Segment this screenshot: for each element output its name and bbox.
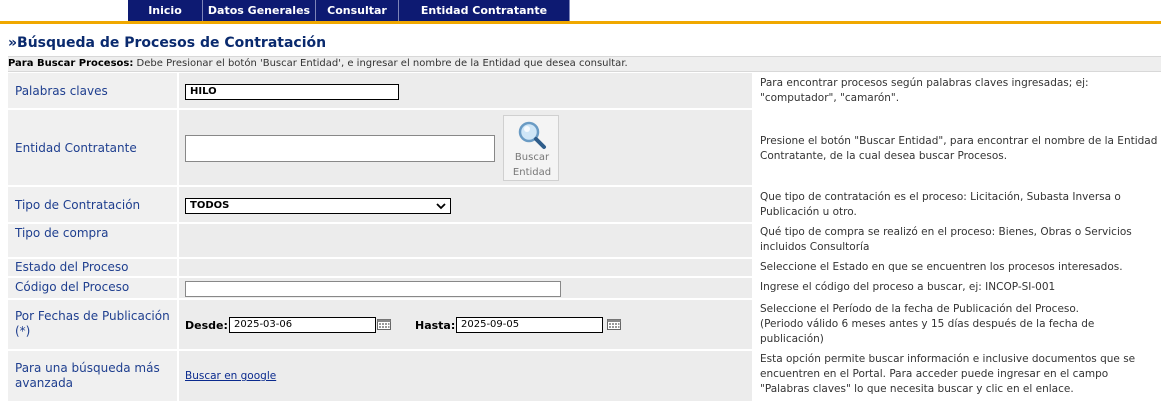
row-tipo-contratacion: Tipo de Contratación TODOS Que tipo de c… (8, 187, 1161, 222)
help-cell: Para encontrar procesos según palabras c… (754, 73, 1161, 108)
row-busqueda-avanzada: Para una búsqueda más avanzada Buscar en… (8, 351, 1161, 401)
help-cell: Qué tipo de compra se realizó en el proc… (754, 224, 1161, 257)
desde-date-input[interactable]: 2025-03-06 (229, 317, 376, 333)
avanzada-help-line-1: Esta opción permite buscar información e… (760, 353, 1136, 365)
hasta-date-input[interactable]: 2025-09-05 (456, 317, 603, 333)
label-cell: Entidad Contratante (8, 110, 177, 185)
menu-item-entidad-contratante[interactable]: Entidad Contratante (399, 0, 570, 21)
label-cell: Para una búsqueda más avanzada (8, 351, 177, 401)
menu-item-datos-generales[interactable]: Datos Generales (203, 0, 316, 21)
codigo-help-line-1: Ingrese el código del proceso a buscar, … (760, 281, 1056, 293)
tipo-contratacion-help-line-2: Publicación u otro. (760, 206, 857, 218)
label-cell: Estado del Proceso (8, 259, 177, 276)
avanzada-help-line-2: encuentren en el Portal. Para acceder pu… (760, 368, 1109, 380)
page-title: »Búsqueda de Procesos de Contratación (8, 35, 327, 51)
tipo-contratacion-selected: TODOS (190, 200, 230, 211)
entidad-help-line-1: Presione el botón "Buscar Entidad", para… (760, 135, 1158, 147)
help-cell: Ingrese el código del proceso a buscar, … (754, 278, 1161, 298)
avanzada-help-line-3: "Palabras claves" lo que necesita buscar… (760, 383, 1074, 395)
instructions-bar: Para Buscar Procesos: Debe Presionar el … (8, 56, 1161, 72)
top-nav-bar: Inicio Datos Generales Consultar Entidad… (0, 0, 1161, 24)
avanzada-label-line-1: Para una búsqueda más (15, 361, 160, 375)
fechas-label-line-2: (*) (15, 324, 31, 338)
field-cell: Buscar Entidad (179, 110, 752, 185)
menu-item-inicio[interactable]: Inicio (128, 0, 203, 21)
palabras-claves-input[interactable]: HILO (185, 84, 399, 100)
chevron-down-icon (436, 203, 446, 210)
fechas-help-line-3: publicación) (760, 333, 824, 345)
field-cell: Desde: 2025-03-06 Hasta: 2025-09-05 (179, 300, 752, 349)
field-cell (179, 224, 752, 257)
field-cell (179, 278, 752, 298)
label-cell: Por Fechas de Publicación (*) (8, 300, 177, 349)
fechas-label-line-1: Por Fechas de Publicación (15, 309, 170, 323)
menu-item-consultar[interactable]: Consultar (316, 0, 399, 21)
tipo-compra-help-line-2: incluidos Consultoría (760, 241, 870, 253)
help-cell: Presione el botón "Buscar Entidad", para… (754, 110, 1161, 185)
fechas-help-line-2: (Periodo válido 6 meses antes y 15 días … (760, 318, 1095, 330)
buscar-entidad-caption: Buscar Entidad (504, 150, 560, 180)
row-fechas-publicacion: Por Fechas de Publicación (*) Desde: 202… (8, 300, 1161, 349)
menu-underline (0, 21, 1161, 24)
buscar-en-google-link[interactable]: Buscar en google (185, 370, 276, 382)
tipo-compra-label: Tipo de compra (15, 226, 109, 240)
help-cell: Seleccione el Período de la fecha de Pub… (754, 300, 1161, 349)
palabras-help-line-1: Para encontrar procesos según palabras c… (760, 77, 1089, 89)
estado-proceso-label: Estado del Proceso (15, 260, 129, 274)
field-cell: TODOS (179, 187, 752, 222)
calendar-icon[interactable] (377, 319, 391, 330)
row-estado-proceso: Estado del Proceso Seleccione el Estado … (8, 259, 1161, 276)
entidad-help-line-2: Contratante, de la cual desea buscar Pro… (760, 150, 1008, 162)
entidad-contratante-textarea[interactable] (185, 135, 495, 162)
estado-help-line-1: Seleccione el Estado en que se encuentre… (760, 261, 1123, 273)
row-tipo-compra: Tipo de compra Qué tipo de compra se rea… (8, 224, 1161, 257)
label-cell: Palabras claves (8, 73, 177, 108)
desde-label: Desde: (185, 319, 228, 332)
fechas-help-line-1: Seleccione el Período de la fecha de Pub… (760, 303, 1079, 315)
palabras-help-line-2: "computador", "camarón". (760, 92, 900, 104)
entidad-contratante-label: Entidad Contratante (15, 141, 137, 155)
field-cell: Buscar en google (179, 351, 752, 401)
instructions-text: Debe Presionar el botón 'Buscar Entidad'… (133, 58, 628, 69)
hasta-label: Hasta: (415, 319, 456, 332)
tipo-contratacion-help-line-1: Que tipo de contratación es el proceso: … (760, 191, 1121, 203)
tipo-contratacion-select[interactable]: TODOS (185, 198, 451, 214)
help-cell: Esta opción permite buscar información e… (754, 351, 1161, 401)
field-cell: HILO (179, 73, 752, 108)
label-cell: Tipo de Contratación (8, 187, 177, 222)
buscar-entidad-caption-1: Buscar (514, 152, 550, 163)
buscar-entidad-button[interactable]: Buscar Entidad (503, 115, 559, 181)
main-menu: Inicio Datos Generales Consultar Entidad… (128, 0, 570, 21)
codigo-proceso-label: Código del Proceso (15, 280, 130, 294)
label-cell: Código del Proceso (8, 278, 177, 298)
row-palabras-claves: Palabras claves HILO Para encontrar proc… (8, 73, 1161, 108)
field-cell (179, 259, 752, 276)
help-cell: Que tipo de contratación es el proceso: … (754, 187, 1161, 222)
row-entidad-contratante: Entidad Contratante Buscar Entidad Presi… (8, 110, 1161, 185)
tipo-compra-help-line-1: Qué tipo de compra se realizó en el proc… (760, 226, 1132, 238)
instructions-bold: Para Buscar Procesos: (8, 58, 134, 69)
row-codigo-proceso: Código del Proceso Ingrese el código del… (8, 278, 1161, 298)
label-cell: Tipo de compra (8, 224, 177, 257)
buscar-entidad-caption-2: Entidad (512, 167, 552, 178)
calendar-icon[interactable] (607, 319, 621, 330)
magnifier-icon (518, 121, 546, 149)
avanzada-label-line-2: avanzada (15, 376, 74, 390)
codigo-proceso-input[interactable] (185, 281, 561, 297)
palabras-claves-label: Palabras claves (15, 84, 108, 98)
tipo-contratacion-label: Tipo de Contratación (15, 198, 141, 212)
help-cell: Seleccione el Estado en que se encuentre… (754, 259, 1161, 276)
